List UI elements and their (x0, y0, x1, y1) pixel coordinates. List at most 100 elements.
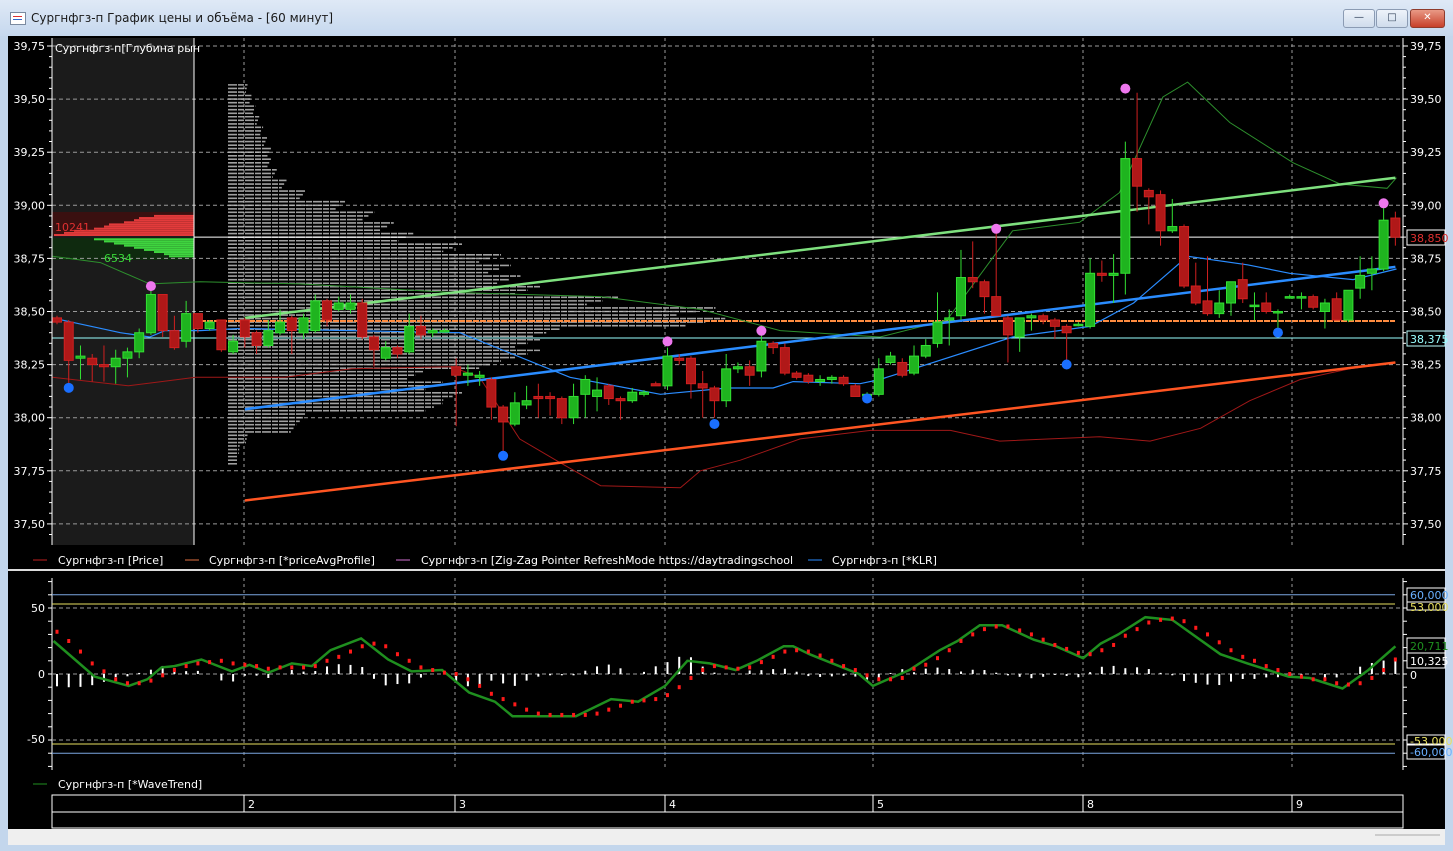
candle-bull (920, 344, 931, 357)
wt-histogram-bar (185, 671, 188, 674)
wt-histogram-bar (842, 674, 845, 676)
price-label-left: 37,75 (14, 465, 46, 478)
zigzag-top-dot (145, 281, 156, 292)
legend-label-klr[interactable]: Сургнфгз-п [*KLR] (832, 554, 937, 567)
wt2-dot (1170, 616, 1174, 621)
wt2-dot (947, 648, 951, 653)
wt2-dot (572, 712, 576, 717)
wt-histogram-bar (372, 674, 375, 679)
candle-bear (838, 376, 849, 385)
wt2-dot (1346, 682, 1350, 687)
wt2-dot (67, 639, 71, 643)
candle-bull (568, 395, 579, 419)
candle-bull (721, 368, 732, 402)
candle-bull (310, 300, 321, 332)
wt2-dot (325, 658, 329, 663)
wt2-dot (1100, 648, 1104, 653)
zigzag-top-dot (991, 223, 1002, 234)
wt2-dot (630, 699, 634, 704)
price-label-left: 39,25 (14, 146, 46, 159)
candle-bull (404, 325, 415, 353)
candle-bear (1331, 298, 1342, 321)
wt2-dot (1299, 674, 1303, 679)
wt-histogram-bar (337, 664, 340, 674)
wt2-dot (1088, 652, 1092, 657)
candle-bear (685, 357, 696, 385)
legend-label-price[interactable]: Сургнфгз-п [Price] (58, 554, 163, 567)
ind-label-53: 53,000 (1410, 601, 1449, 614)
candle-bull (815, 378, 826, 383)
wt2-dot (1135, 627, 1139, 632)
wt-histogram-bar (419, 674, 422, 678)
wt2-dot (478, 683, 482, 688)
candle-bear (850, 385, 861, 397)
candle-bull (509, 402, 520, 425)
price-label-left: 39,50 (14, 93, 46, 106)
chart-canvas[interactable]: Сургнфгз-п[Глубина рын 10241 6534 39,75 3… (0, 0, 1453, 851)
wt-histogram-bar (807, 674, 810, 677)
candle-bull (639, 391, 649, 395)
legend-label-wavetrend[interactable]: Сургнфгз-п [*WaveTrend] (58, 778, 202, 791)
legend-label-profile[interactable]: Сургнфгз-п [*priceAvgProfile] (209, 554, 375, 567)
wt-histogram-bar (643, 671, 645, 674)
time-axis-label: 4 (669, 798, 676, 811)
candle-bear (498, 406, 509, 423)
candle-bull (756, 340, 767, 372)
wt2-dot (783, 649, 787, 654)
legend-label-zigzag[interactable]: Сургнфгз-п [Zig-Zag Pointer RefreshMode … (421, 554, 793, 567)
candle-bull (580, 378, 591, 395)
zigzag-top-dot (1378, 198, 1389, 209)
wt2-dot (1159, 617, 1163, 622)
wt-histogram-bar (220, 674, 223, 681)
depth-bid-bar (114, 242, 194, 245)
wt2-dot (724, 665, 728, 670)
wt2-dot (1147, 620, 1151, 625)
wt2-dot (1112, 642, 1116, 647)
wt-histogram-bar (1147, 669, 1150, 674)
wt-histogram-bar (361, 666, 364, 674)
wt-histogram-bar (1124, 668, 1127, 674)
candle-bull (826, 376, 837, 380)
wt2-dot (255, 664, 259, 669)
candle-bull (1343, 289, 1354, 321)
candle-bear (545, 395, 556, 400)
ind-tick-50: 50 (31, 602, 45, 615)
wt2-dot (712, 664, 716, 669)
wt2-dot (982, 627, 986, 632)
wt2-dot (771, 654, 775, 659)
depth-bid-bar (144, 248, 194, 251)
wt2-dot (1206, 632, 1210, 637)
wt2-dot (360, 644, 364, 649)
time-axis-label: 3 (459, 798, 466, 811)
candle-bear (744, 366, 755, 376)
wt-histogram-bar (983, 670, 986, 674)
wt-histogram-bar (1194, 674, 1197, 683)
wt-histogram-bar (959, 671, 962, 674)
candle-bear (556, 398, 567, 419)
wt2-dot (912, 666, 916, 671)
wt2-dot (125, 681, 129, 686)
candle-bear (392, 347, 403, 355)
candle-bear (1179, 226, 1190, 287)
candle-bull (1085, 272, 1096, 327)
wt2-dot (1252, 658, 1256, 663)
last-price-label: 38,850 (1410, 232, 1449, 245)
wt2-dot (853, 668, 857, 673)
wt-histogram-bar (913, 672, 916, 674)
wt2-dot (1288, 672, 1292, 676)
wt-histogram-bar (760, 670, 763, 674)
depth-bid-bar (124, 244, 194, 247)
candle-bull (1366, 268, 1377, 274)
candle-bear (650, 383, 661, 387)
candle-bear (1061, 325, 1072, 334)
depth-bid-bar (169, 255, 194, 258)
wt2-dot (560, 712, 564, 717)
time-axis[interactable]: 2 3 4 5 8 9 (51, 794, 1404, 829)
depth-ask-bar (124, 221, 194, 224)
candle-bear (1390, 217, 1401, 238)
wt2-dot (748, 665, 752, 670)
candle-bull (1120, 158, 1131, 274)
wt-histogram-bar (67, 674, 70, 688)
wt-histogram-bar (772, 669, 775, 674)
wt-histogram-bar (854, 674, 857, 677)
